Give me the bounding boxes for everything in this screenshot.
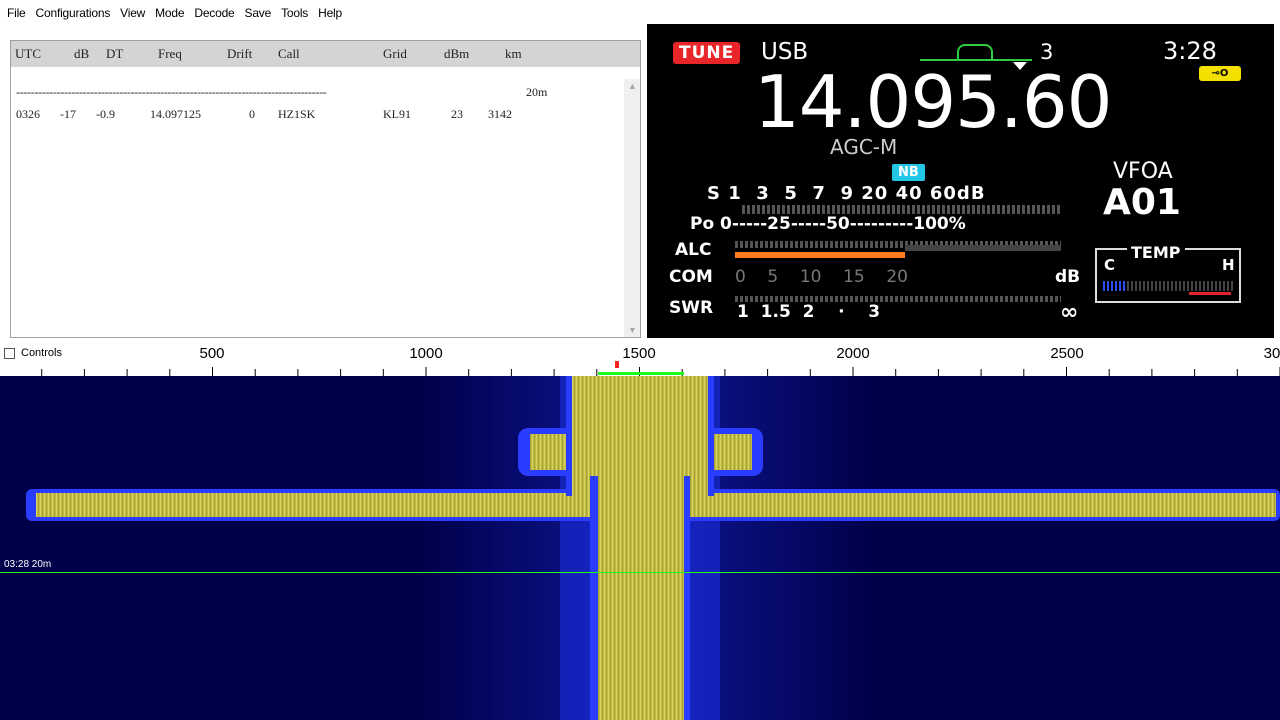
scale-ticks <box>41 361 1280 376</box>
header-call[interactable]: Call <box>278 46 300 62</box>
header-db[interactable]: dB <box>74 46 89 62</box>
band-label: 20m <box>526 85 548 99</box>
menu-tools[interactable]: Tools <box>278 6 315 20</box>
tune-badge: TUNE <box>673 42 741 64</box>
temp-c-label: C <box>1104 256 1116 274</box>
rx-frequency-marker <box>615 361 619 368</box>
vfo-label: VFOA <box>1113 159 1173 184</box>
row-drift: 0 <box>249 107 255 121</box>
scroll-down-icon[interactable]: ▼ <box>628 325 637 335</box>
frequency-scale[interactable]: Controls 500 1000 1500 2000 2500 30 <box>0 343 1280 376</box>
header-dbm[interactable]: dBm <box>444 46 469 62</box>
header-dt[interactable]: DT <box>106 46 123 62</box>
header-drift[interactable]: Drift <box>227 46 252 62</box>
clock: 3:28 <box>1163 37 1217 65</box>
header-grid[interactable]: Grid <box>383 46 407 62</box>
menu-bar: File Configurations View Mode Decode Sav… <box>0 0 1280 26</box>
row-call: HZ1SK <box>278 107 316 121</box>
temp-high-zone <box>1189 292 1231 295</box>
frequency-readout: 14.095.60 <box>754 60 1112 144</box>
alc-bar <box>905 245 1061 251</box>
scroll-up-icon[interactable]: ▲ <box>628 81 637 91</box>
swr-scale: 1 1.5 2 · 3 <box>737 302 881 322</box>
row-db: -17 <box>60 107 76 121</box>
com-scale: 0 5 10 15 20 <box>735 267 908 287</box>
row-grid: KL91 <box>383 107 411 121</box>
band-separator: ----------------------------------------… <box>16 85 327 99</box>
menu-save[interactable]: Save <box>242 6 279 20</box>
waterfall-display[interactable]: 03:28 20m <box>0 376 1280 720</box>
header-km[interactable]: km <box>505 46 522 62</box>
row-dt: -0.9 <box>96 107 115 121</box>
agc-label: AGC-M <box>830 135 898 159</box>
header-freq[interactable]: Freq <box>158 46 182 62</box>
menu-help[interactable]: Help <box>315 6 349 20</box>
com-label: COM <box>669 267 713 287</box>
key-lock-icon: ⊸O <box>1199 66 1241 81</box>
menu-decode[interactable]: Decode <box>191 6 241 20</box>
swr-infinity: ∞ <box>1060 300 1079 325</box>
menu-view[interactable]: View <box>117 6 152 20</box>
row-freq: 14.097125 <box>150 107 201 121</box>
waterfall-timestamp: 03:28 20m <box>4 559 52 570</box>
com-db-label: dB <box>1055 267 1081 287</box>
filter-icon <box>957 44 993 60</box>
menu-file[interactable]: File <box>4 6 33 20</box>
row-km: 3142 <box>488 107 512 121</box>
waterfall-divider <box>0 572 1280 573</box>
decode-header: UTC dB DT Freq Drift Call Grid dBm km <box>11 41 640 67</box>
memory-channel: A01 <box>1103 182 1181 223</box>
alc-label: ALC <box>675 240 712 260</box>
header-utc[interactable]: UTC <box>15 46 41 62</box>
radio-display: TUNE USB 3 3:28 ⊸O 14.095.60 AGC-M NB VF… <box>647 24 1274 338</box>
nb-badge: NB <box>892 164 925 181</box>
temp-label: TEMP <box>1127 243 1185 262</box>
temp-fill <box>1103 281 1127 291</box>
swr-label: SWR <box>669 298 714 318</box>
s-meter-scale: S 1 3 5 7 9 20 40 60dB <box>707 183 986 204</box>
s-meter-bar <box>742 205 1060 214</box>
menu-configurations[interactable]: Configurations <box>33 6 118 20</box>
alc-level-bar <box>735 252 905 258</box>
row-dbm: 23 <box>451 107 463 121</box>
decode-panel: UTC dB DT Freq Drift Call Grid dBm km --… <box>10 40 641 338</box>
temp-h-label: H <box>1222 256 1235 274</box>
decode-list[interactable]: ----------------------------------------… <box>11 77 626 337</box>
po-scale: Po 0-----25-----50---------100% <box>690 214 966 234</box>
menu-mode[interactable]: Mode <box>152 6 191 20</box>
waterfall-spectrogram <box>26 376 1280 720</box>
tx-band-marker <box>598 372 684 375</box>
decode-scrollbar[interactable]: ▲ ▼ <box>624 79 640 337</box>
row-utc: 0326 <box>16 107 40 121</box>
